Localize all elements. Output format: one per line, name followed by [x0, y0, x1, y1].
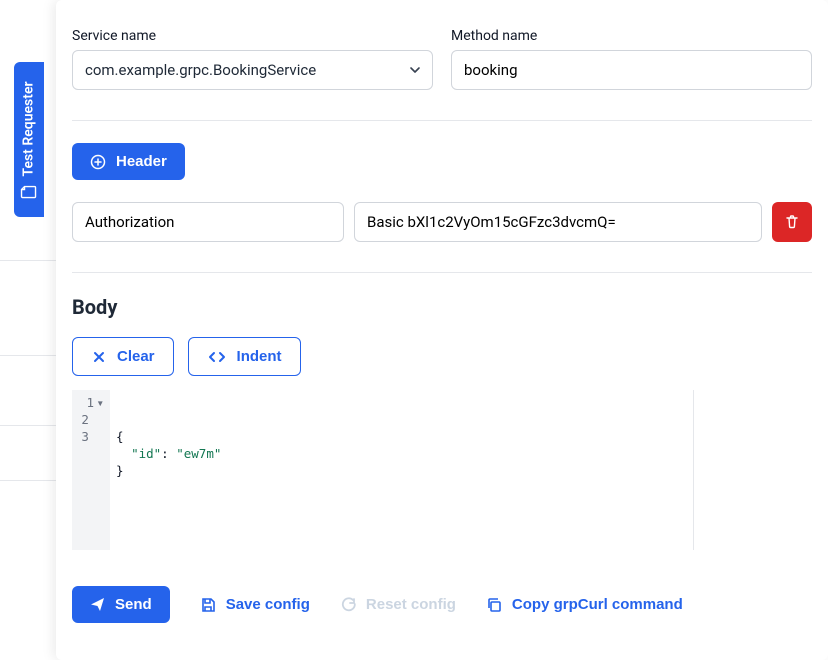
copy-grpcurl-label: Copy grpCurl command [512, 596, 683, 613]
copy-icon [486, 597, 502, 613]
header-row [72, 202, 812, 242]
body-title: Body [72, 295, 812, 319]
reset-config-label: Reset config [366, 596, 456, 613]
side-tab-test-requester[interactable]: Test Requester [14, 62, 44, 217]
header-key-input[interactable] [85, 213, 331, 231]
header-key-wrap[interactable] [72, 202, 344, 242]
clear-label: Clear [117, 348, 155, 365]
service-name-value: com.example.grpc.BookingService [85, 61, 316, 79]
header-value-input[interactable] [367, 213, 749, 231]
plus-circle-icon [90, 154, 106, 170]
copy-grpcurl-button[interactable]: Copy grpCurl command [486, 596, 683, 613]
indent-body-button[interactable]: Indent [188, 337, 301, 376]
divider [72, 272, 812, 273]
close-icon [91, 349, 107, 365]
add-header-button[interactable]: Header [72, 143, 185, 180]
clear-body-button[interactable]: Clear [72, 337, 174, 376]
save-icon [200, 597, 216, 613]
body-editor[interactable]: 1▾ 2 3 { "id": "ew7m" } [72, 390, 694, 550]
main-panel: Service name com.example.grpc.BookingSer… [56, 0, 828, 660]
method-name-input-wrap[interactable] [451, 50, 812, 90]
code-line: { [116, 429, 124, 444]
method-name-input[interactable] [464, 61, 799, 79]
service-name-label: Service name [72, 28, 433, 44]
save-config-button[interactable]: Save config [200, 596, 310, 613]
delete-header-button[interactable] [772, 202, 812, 242]
reset-config-button: Reset config [340, 596, 456, 613]
side-tab-label: Test Requester [21, 81, 37, 176]
header-value-wrap[interactable] [354, 202, 762, 242]
service-name-select[interactable]: com.example.grpc.BookingService [72, 50, 433, 90]
send-icon [90, 597, 105, 612]
editor-code[interactable]: { "id": "ew7m" } [110, 390, 693, 550]
editor-gutter: 1▾ 2 3 [72, 390, 110, 550]
method-name-label: Method name [451, 28, 812, 44]
footer-actions: Send Save config Reset config Copy grpCu… [72, 586, 812, 623]
code-line: "id": "ew7m" [116, 446, 221, 461]
code-icon [207, 349, 227, 365]
refresh-icon [340, 597, 356, 613]
save-config-label: Save config [226, 596, 310, 613]
send-label: Send [115, 596, 152, 613]
trash-icon [784, 214, 800, 230]
add-header-label: Header [116, 153, 167, 170]
code-line: } [116, 463, 124, 478]
send-button[interactable]: Send [72, 586, 170, 623]
divider [72, 120, 812, 121]
indent-label: Indent [237, 348, 282, 365]
chevron-down-icon [408, 63, 422, 77]
file-icon [21, 184, 37, 198]
